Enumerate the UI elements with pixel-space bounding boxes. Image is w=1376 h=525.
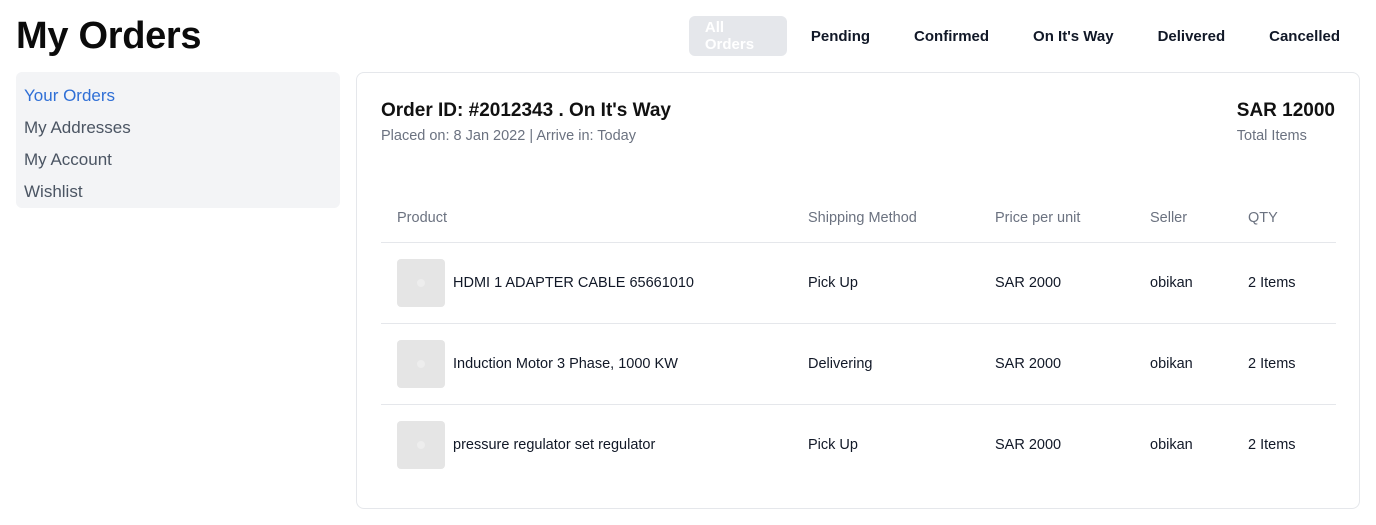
product-cell: Induction Motor 3 Phase, 1000 KW xyxy=(397,340,808,388)
price-per-unit: SAR 2000 xyxy=(995,437,1062,453)
order-card: Order ID: #2012343 . On It's Way Placed … xyxy=(356,72,1360,509)
sidebar-item-my-addresses[interactable]: My Addresses xyxy=(24,112,332,144)
order-items-table: Product Shipping Method Price per unit S… xyxy=(381,193,1336,485)
product-cell: pressure regulator set regulator xyxy=(397,421,808,469)
column-header-seller: Seller xyxy=(1150,193,1248,243)
tab-cancelled[interactable]: Cancelled xyxy=(1249,16,1360,56)
product-name[interactable]: pressure regulator set regulator xyxy=(453,437,655,453)
seller: obikan xyxy=(1150,242,1248,324)
order-status-tabs: All Orders Pending Confirmed On It's Way… xyxy=(685,16,1360,56)
page-title: My Orders xyxy=(16,15,202,57)
order-total-amount: SAR 12000 xyxy=(1236,100,1335,121)
sidebar-item-wishlist[interactable]: Wishlist xyxy=(24,176,332,208)
sidebar-item-my-account[interactable]: My Account xyxy=(24,144,332,176)
order-title: Order ID: #2012343 . On It's Way xyxy=(381,100,671,121)
table-row: HDMI 1 ADAPTER CABLE 65661010 Pick Up SA… xyxy=(381,242,1336,324)
seller: obikan xyxy=(1150,437,1193,453)
column-header-price: Price per unit xyxy=(995,193,1150,243)
order-subtitle: Placed on: 8 Jan 2022 | Arrive in: Today xyxy=(381,128,636,144)
product-name[interactable]: Induction Motor 3 Phase, 1000 KW xyxy=(453,356,678,372)
shipping-method: Pick Up xyxy=(808,437,858,453)
shipping-method: Delivering xyxy=(808,323,995,405)
product-thumbnail-icon[interactable] xyxy=(397,259,445,307)
quantity: 2 Items xyxy=(1248,242,1336,324)
order-total-label: Total Items xyxy=(1236,128,1307,144)
product-thumbnail-icon[interactable] xyxy=(397,340,445,388)
tab-confirmed[interactable]: Confirmed xyxy=(894,16,1009,56)
table-row: Induction Motor 3 Phase, 1000 KW Deliver… xyxy=(381,323,1336,405)
seller: obikan xyxy=(1150,323,1248,405)
column-header-shipping: Shipping Method xyxy=(808,193,995,243)
column-header-qty: QTY xyxy=(1248,193,1336,243)
quantity: 2 Items xyxy=(1248,323,1336,405)
price-per-unit: SAR 2000 xyxy=(995,242,1150,324)
table-row: pressure regulator set regulator Pick Up… xyxy=(381,405,1336,486)
order-header: Order ID: #2012343 . On It's Way Placed … xyxy=(381,99,671,144)
table-header-row: Product Shipping Method Price per unit S… xyxy=(381,193,1336,243)
column-header-product: Product xyxy=(381,193,808,243)
sidebar-item-your-orders[interactable]: Your Orders xyxy=(24,80,332,112)
tab-on-its-way[interactable]: On It's Way xyxy=(1013,16,1134,56)
order-total: SAR 12000 Total Items xyxy=(1237,99,1335,144)
shipping-method: Pick Up xyxy=(808,242,995,324)
product-cell: HDMI 1 ADAPTER CABLE 65661010 xyxy=(397,259,808,307)
product-thumbnail-icon[interactable] xyxy=(397,421,445,469)
quantity: 2 Items xyxy=(1248,437,1296,453)
tab-delivered[interactable]: Delivered xyxy=(1138,16,1246,56)
tab-all-orders[interactable]: All Orders xyxy=(688,16,787,56)
price-per-unit: SAR 2000 xyxy=(995,323,1150,405)
account-sidebar: Your Orders My Addresses My Account Wish… xyxy=(16,72,340,208)
tab-pending[interactable]: Pending xyxy=(791,16,890,56)
product-name[interactable]: HDMI 1 ADAPTER CABLE 65661010 xyxy=(453,275,694,291)
